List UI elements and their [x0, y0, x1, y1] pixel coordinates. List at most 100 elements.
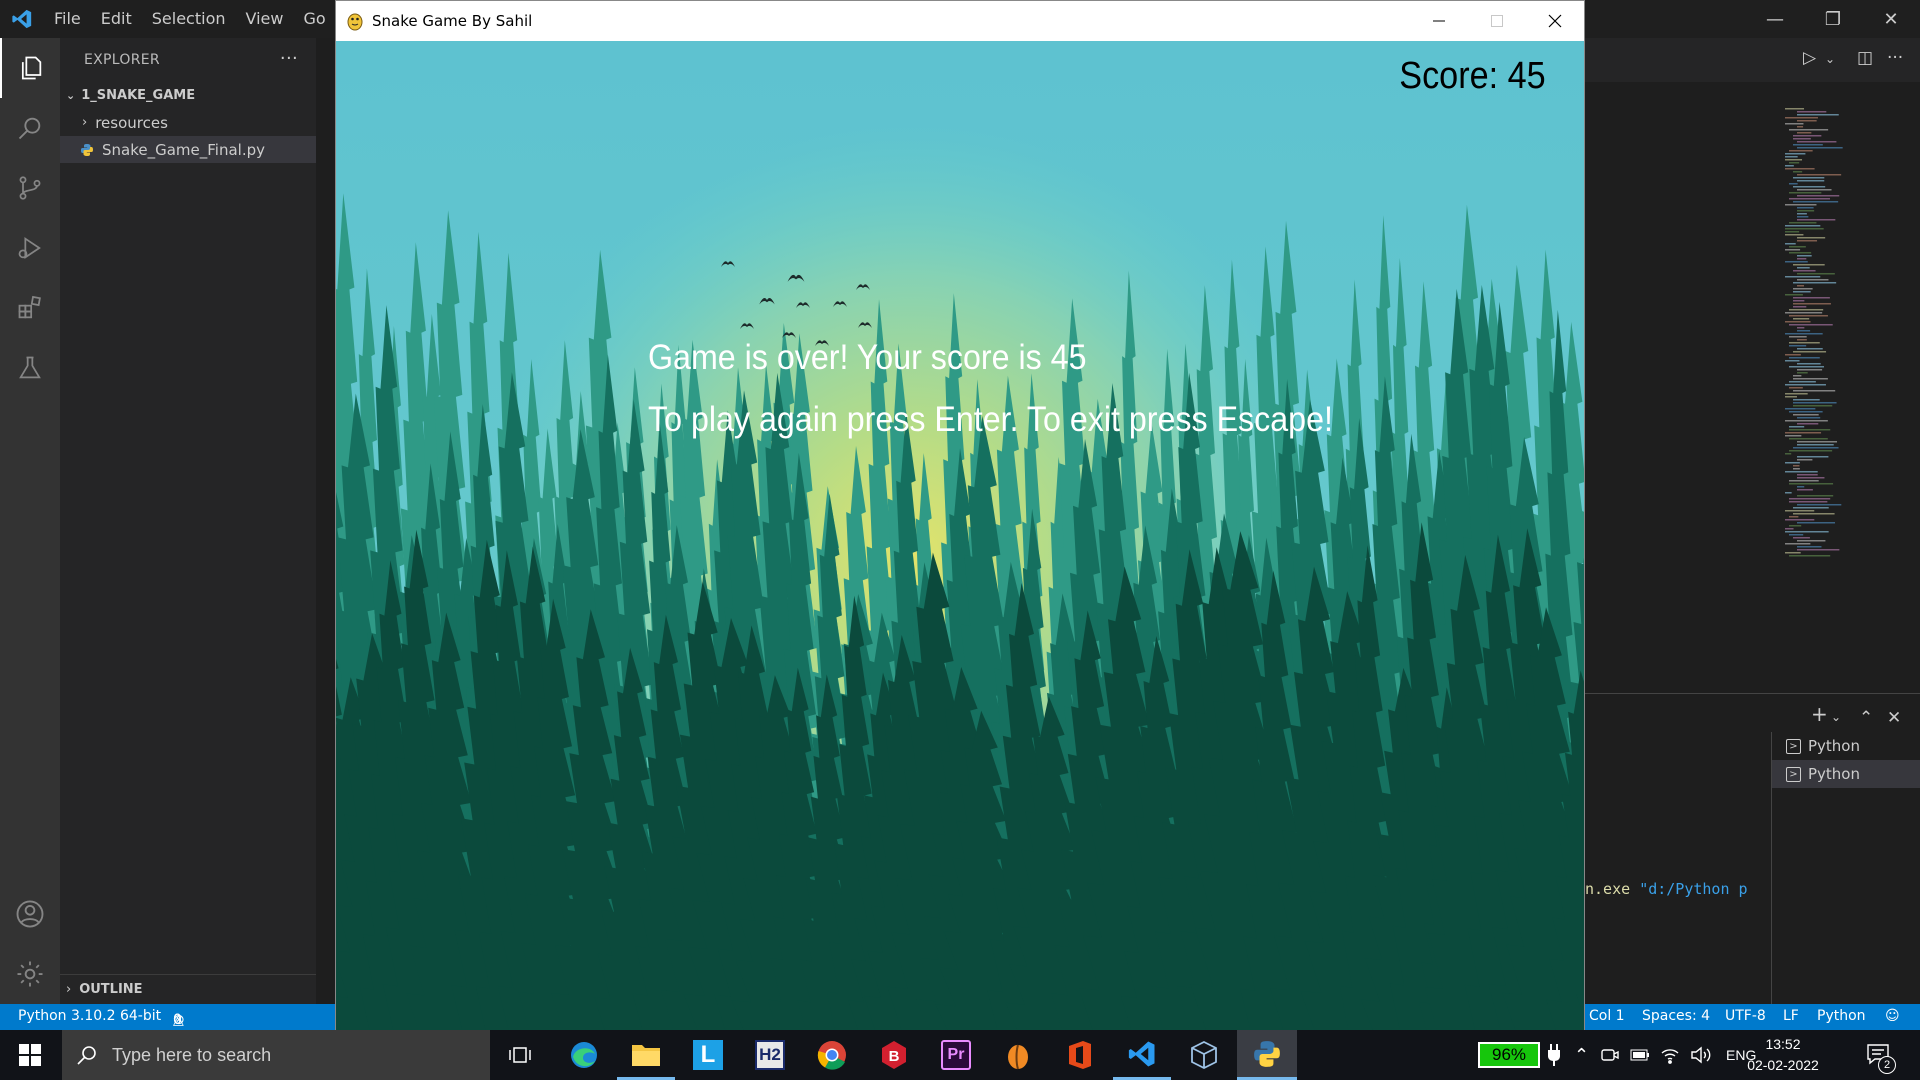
chrome-browser-icon[interactable] [803, 1030, 861, 1080]
minimap-line [1797, 255, 1812, 257]
minimap-line [1793, 507, 1829, 509]
minimap-line [1789, 342, 1820, 344]
minimap-line [1797, 477, 1825, 479]
battery-icon[interactable] [1630, 1030, 1650, 1080]
edge-browser-icon[interactable] [555, 1030, 613, 1080]
vscode-restore-icon[interactable]: ❐ [1804, 0, 1862, 38]
indentation[interactable]: Spaces: 4 [1642, 1008, 1710, 1024]
forest-background [336, 41, 1584, 1031]
menu-selection[interactable]: Selection [142, 0, 236, 38]
minimap-line [1797, 489, 1813, 491]
minimap[interactable] [1785, 108, 1895, 558]
workspace-folder[interactable]: ⌄ 1_SNAKE_GAME [60, 82, 316, 109]
terminal-icon: > [1786, 766, 1801, 782]
search-icon[interactable] [0, 98, 60, 158]
premiere-pro-icon[interactable]: Pr [927, 1030, 985, 1080]
minimap-line [1797, 216, 1809, 218]
run-debug-icon[interactable] [0, 218, 60, 278]
vscode-taskbar-icon[interactable] [1113, 1030, 1171, 1080]
wifi-icon[interactable] [1660, 1030, 1680, 1080]
b-app-icon[interactable]: B [865, 1030, 923, 1080]
game-titlebar[interactable]: Snake Game By Sahil [336, 1, 1584, 41]
python-game-taskbar-icon[interactable] [1237, 1030, 1297, 1080]
minimap-line [1785, 117, 1818, 119]
office-icon[interactable] [1051, 1030, 1109, 1080]
more-actions-icon[interactable]: ··· [280, 48, 298, 69]
maximize-panel-icon[interactable]: ⌃ [1859, 708, 1873, 728]
explorer-icon[interactable] [0, 38, 60, 98]
minimap-line [1797, 111, 1827, 113]
terminal-item[interactable]: > Python [1772, 760, 1920, 788]
fl-studio-icon[interactable] [989, 1030, 1047, 1080]
tree-item-resources[interactable]: › resources [60, 109, 316, 136]
vscode-close-icon[interactable]: ✕ [1862, 0, 1920, 38]
terminal-item[interactable]: > Python [1772, 732, 1920, 760]
testing-icon[interactable] [0, 338, 60, 398]
game-maximize-icon [1468, 1, 1526, 41]
taskbar-search-box[interactable]: Type here to search [62, 1030, 490, 1080]
file-explorer-icon[interactable] [617, 1030, 675, 1080]
game-close-icon[interactable] [1526, 1, 1584, 41]
more-actions-icon[interactable]: ··· [1887, 48, 1903, 68]
minimap-line [1789, 501, 1828, 503]
new-terminal-icon[interactable]: + [1811, 702, 1828, 726]
show-hidden-icons-icon[interactable]: ⌃ [1574, 1030, 1589, 1080]
game-canvas[interactable]: Score: 45 Game is over! Your score is 45… [336, 41, 1584, 1031]
system-clock[interactable]: 13:52 02-02-2022 [1742, 1034, 1824, 1076]
python-interpreter[interactable]: Python 3.10.2 64-bit [18, 1008, 161, 1024]
h2-app-icon[interactable]: H2 [741, 1030, 799, 1080]
minimap-line [1797, 441, 1838, 443]
menu-view[interactable]: View [236, 0, 294, 38]
terminal-output[interactable]: n.exe "d:/Python p [1585, 880, 1748, 898]
minimap-line [1797, 258, 1807, 260]
meet-now-icon[interactable] [1600, 1030, 1620, 1080]
minimap-line [1789, 315, 1828, 317]
battery-percentage[interactable]: 96% [1478, 1042, 1540, 1068]
workspace-folder-label: 1_SNAKE_GAME [81, 88, 196, 103]
cursor-position[interactable]: Col 1 [1589, 1008, 1625, 1024]
vscode-minimize-icon[interactable]: — [1746, 0, 1804, 38]
start-windows-icon[interactable] [0, 1030, 60, 1080]
split-editor-icon[interactable]: ◫ [1857, 48, 1873, 68]
tree-item-snake-game-final[interactable]: Snake_Game_Final.py [60, 136, 316, 163]
chevron-down-icon[interactable]: ⌄ [1825, 52, 1835, 66]
extensions-icon[interactable] [0, 278, 60, 338]
minimap-line [1785, 384, 1826, 386]
outline-section[interactable]: › OUTLINE [60, 974, 316, 1004]
minimap-line [1789, 525, 1802, 527]
virtualbox-icon[interactable] [1175, 1030, 1233, 1080]
game-minimize-icon[interactable] [1410, 1, 1468, 41]
explorer-sidebar: EXPLORER ··· ⌄ 1_SNAKE_GAME › resources … [60, 38, 316, 1004]
power-plug-icon[interactable] [1548, 1030, 1560, 1080]
volume-icon[interactable] [1690, 1030, 1712, 1080]
encoding[interactable]: UTF-8 [1725, 1008, 1766, 1024]
minimap-line [1785, 435, 1802, 437]
close-panel-icon[interactable]: ✕ [1887, 708, 1901, 728]
python-file-icon [80, 143, 94, 157]
accounts-icon[interactable] [0, 884, 60, 944]
chevron-down-icon[interactable]: ⌄ [1831, 710, 1841, 724]
menu-file[interactable]: File [44, 0, 91, 38]
run-python-file-icon[interactable]: ▷ [1803, 48, 1816, 68]
notification-center-icon[interactable]: 2 [1866, 1030, 1896, 1080]
minimap-line [1789, 324, 1833, 326]
minimap-line [1797, 237, 1826, 239]
language-mode[interactable]: Python [1817, 1008, 1866, 1024]
source-control-icon[interactable] [0, 158, 60, 218]
minimap-line [1789, 438, 1828, 440]
line-ending[interactable]: LF [1783, 1008, 1799, 1024]
task-view-icon[interactable] [491, 1030, 549, 1080]
l-app-icon[interactable]: L [679, 1030, 737, 1080]
feedback-icon[interactable]: ☺ [1885, 1008, 1900, 1024]
minimap-line [1789, 162, 1800, 164]
menu-edit[interactable]: Edit [91, 0, 142, 38]
menu-go[interactable]: Go [293, 0, 335, 38]
minimap-line [1793, 288, 1813, 290]
minimap-line [1789, 309, 1824, 311]
search-placeholder: Type here to search [112, 1044, 272, 1065]
minimap-line [1785, 519, 1815, 521]
minimap-line [1797, 147, 1843, 149]
minimap-line [1793, 402, 1837, 404]
manage-gear-icon[interactable] [0, 944, 60, 1004]
minimap-line [1793, 465, 1800, 467]
